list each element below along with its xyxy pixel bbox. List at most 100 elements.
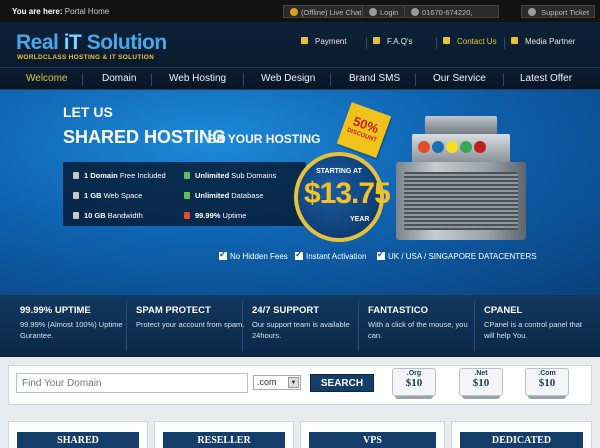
logo[interactable]: Real iT Solution [16,31,167,55]
domain-icon [73,172,79,179]
plan-shared[interactable]: SHARED [8,421,148,448]
breadcrumb-current[interactable]: Portal Home [65,7,109,16]
tld-select[interactable]: .com ▼ [253,375,301,390]
check-label: No Hidden Fees [230,252,288,261]
feature-item: 10 GB Bandwidth [73,211,143,220]
hero-subheadline: BE YOUR HOSTING [208,132,321,146]
top-bar: You are here: Portal Home (Offline) Live… [0,0,600,22]
webspace-icon [73,192,79,199]
database-icon [184,192,190,199]
phone-number: 01670-674220, [404,5,499,18]
strip-desc: Our support team is available 24hours. [252,320,350,340]
media-partner-link[interactable]: Media Partner [511,37,575,46]
app-logo-icon [474,141,486,153]
strip-separator [242,301,243,351]
nav-welcome[interactable]: Welcome [26,73,68,84]
contact-us-link[interactable]: Contact Us [443,37,497,46]
tld-com-card[interactable]: .Com $10 [525,368,569,399]
nav-latest-offer[interactable]: Latest Offer [520,73,572,84]
bandwidth-icon [73,212,79,219]
faq-icon [373,37,380,44]
strip-desc: 99.99% (Almost 100%) Uptime Gurantee. [20,320,123,340]
payment-icon [301,37,308,44]
feature-strip: 99.99% UPTIME 99.99% (Almost 100%) Uptime… [0,295,600,357]
strip-desc: With a click of the mouse, you can. [368,320,468,340]
app-logo-icon [432,141,444,153]
lock-icon [369,8,377,16]
nav-domain[interactable]: Domain [102,73,136,84]
check-no-hidden-fees: No Hidden Fees [219,249,288,261]
plan-label: RESELLER [163,432,285,448]
nav-brand-sms[interactable]: Brand SMS [349,73,400,84]
subdomain-icon [184,172,190,179]
feature-text: Uptime [220,211,247,220]
domain-search-button[interactable]: SEARCH [310,374,374,392]
feature-item: Unlimited Sub Domains [184,171,276,180]
strip-fantastico: FANTASTICO With a click of the mouse, you… [368,305,478,341]
plan-label: SHARED [17,432,139,448]
feature-text: Web Space [101,191,143,200]
nav-web-design[interactable]: Web Design [261,73,315,84]
header-divider [504,37,505,49]
faq-label: F.A.Q's [387,37,413,46]
strip-desc: CPanel is a control panel that will help… [484,320,582,340]
strip-support: 24/7 SUPPORT Our support team is availabl… [252,305,362,341]
payment-link[interactable]: Payment [301,37,347,46]
payment-label: Payment [315,37,347,46]
server-top [425,116,497,136]
plan-label: VPS [309,432,436,448]
faq-link[interactable]: F.A.Q's [373,37,413,46]
strip-uptime: 99.99% UPTIME 99.99% (Almost 100%) Uptime… [20,305,130,341]
strip-cpanel: CPANEL CPanel is a control panel that wil… [484,305,594,341]
support-label: Support Ticket [541,8,590,17]
breadcrumb: You are here: Portal Home [12,7,109,16]
feature-text: Sub Domains [229,171,277,180]
nav-web-hosting[interactable]: Web Hosting [169,73,226,84]
feature-box: 1 Domain Free Included Unlimited Sub Dom… [63,162,306,226]
feature-bold: Unlimited [195,171,230,180]
tld-price: $10 [538,377,556,389]
nav-separator [243,73,244,86]
tld-select-value: .com [257,377,277,387]
plan-dedicated[interactable]: DEDICATED [451,421,592,448]
live-chat-link[interactable]: (Offline) Live Chat [283,5,369,18]
tld-net-card[interactable]: .Net $10 [459,368,503,399]
price-circle: STARTING AT $13.75 YEAR [294,152,391,242]
plan-reseller[interactable]: RESELLER [154,421,294,448]
hero-headline: SHARED HOSTING [63,127,227,147]
plan-label: DEDICATED [460,432,583,448]
tld-ext: .Net [474,370,488,377]
nav-separator [330,73,331,86]
logo-tagline: WORLDCLASS HOSTING & IT SOLUTION [17,54,155,61]
hero-banner[interactable]: LET US SHARED HOSTING BE YOUR HOSTING 1 … [0,90,600,295]
tld-org-card[interactable]: .Org $10 [392,368,436,399]
plan-vps[interactable]: VPS [300,421,445,448]
nav-separator [82,73,83,86]
tld-price: $10 [405,377,423,389]
check-label: UK / USA / SINGAPORE DATACENTERS [388,252,537,261]
domain-search-input[interactable] [16,373,248,393]
feature-item: Unlimited Database [184,191,263,200]
login-label: Login [380,8,399,17]
price-value: $13.75 [304,177,391,210]
strip-title: SPAM PROTECT [136,305,211,316]
app-logos [418,140,504,158]
login-link[interactable]: Login [362,5,406,18]
checkbox-icon [219,249,227,260]
nav-our-service[interactable]: Our Service [433,73,486,84]
contact-label: Contact Us [457,37,497,46]
support-ticket-link[interactable]: Support Ticket [521,5,595,18]
feature-bold: 1 GB [84,191,102,200]
check-datacenters: UK / USA / SINGAPORE DATACENTERS [377,249,537,261]
header-divider [436,37,437,49]
check-instant-activation: Instant Activation [295,249,366,261]
tld-ext: .Org [406,370,422,377]
phone-icon [411,8,419,16]
price-starting-at: STARTING AT [316,168,362,175]
strip-title: 24/7 SUPPORT [252,305,320,316]
feature-bold: Unlimited [195,191,230,200]
header-links: Payment F.A.Q's Contact Us Media Partner [298,37,588,51]
strip-desc: Protect your account from spam. [136,320,245,329]
live-chat-label: (Offline) Live Chat [301,8,362,17]
logo-it: iT [63,31,82,54]
